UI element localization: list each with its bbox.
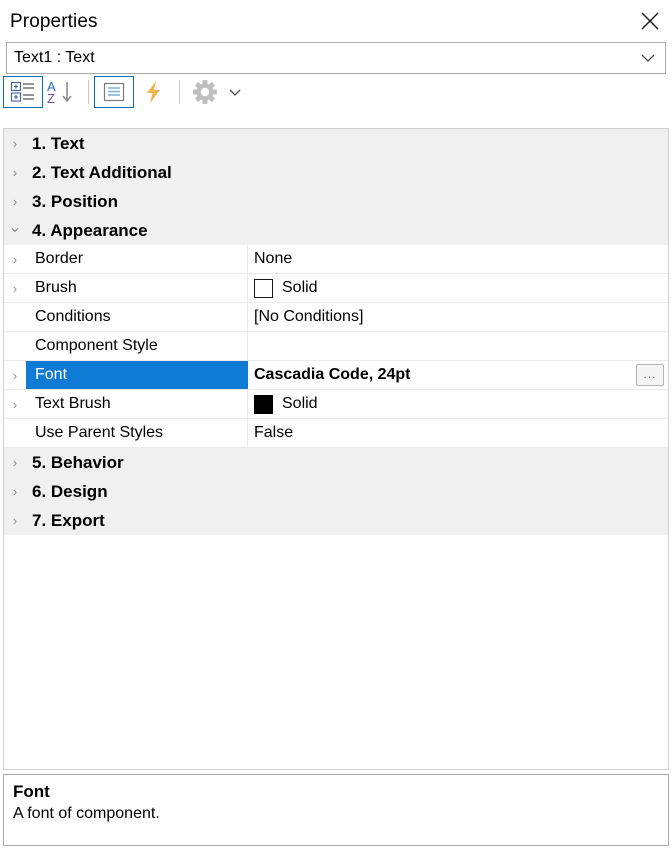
chevron-glyph: › bbox=[12, 136, 18, 151]
property-category-row[interactable]: › 6. Design bbox=[4, 477, 668, 506]
property-row[interactable]: Component Style bbox=[4, 332, 668, 361]
chevron-down-icon[interactable]: ⌄ bbox=[4, 216, 26, 245]
property-name[interactable]: Font bbox=[26, 361, 248, 389]
property-value-text: None bbox=[254, 250, 293, 267]
toolbar: A Z bbox=[0, 74, 672, 110]
property-name[interactable]: Text Brush bbox=[26, 390, 248, 418]
property-category-row[interactable]: › 3. Position bbox=[4, 187, 668, 216]
chevron-right-icon[interactable]: › bbox=[4, 158, 26, 187]
property-name[interactable]: Use Parent Styles bbox=[26, 419, 248, 447]
property-value-cell[interactable] bbox=[248, 332, 668, 360]
chevron-right-icon[interactable]: › bbox=[4, 129, 26, 158]
property-value-cell[interactable]: None bbox=[248, 245, 668, 273]
property-value-cell[interactable]: Cascadia Code, 24pt... bbox=[248, 361, 668, 389]
property-category-label: 7. Export bbox=[32, 510, 105, 530]
chevron-right-icon[interactable]: › bbox=[4, 274, 26, 302]
color-swatch[interactable] bbox=[254, 394, 273, 414]
property-category-row[interactable]: › 7. Export bbox=[4, 506, 668, 535]
chevron-glyph: › bbox=[12, 396, 18, 412]
object-selector-value: Text1 : Text bbox=[14, 49, 95, 66]
property-category-row[interactable]: › 5. Behavior bbox=[4, 448, 668, 477]
property-category-row[interactable]: › 2. Text Additional bbox=[4, 158, 668, 187]
chevron-right-icon[interactable]: › bbox=[4, 477, 26, 506]
chevron-glyph: › bbox=[12, 165, 18, 180]
toolbar-separator-2 bbox=[179, 80, 180, 104]
property-row[interactable]: › Text Brush Solid bbox=[4, 390, 668, 419]
property-row[interactable]: › Font Cascadia Code, 24pt... bbox=[4, 361, 668, 390]
row-gutter bbox=[4, 332, 26, 360]
titlebar: Properties bbox=[0, 0, 672, 42]
property-category-label: 3. Position bbox=[32, 191, 118, 211]
property-value-text: False bbox=[254, 424, 294, 441]
chevron-glyph: › bbox=[12, 280, 18, 296]
chevron-glyph: › bbox=[12, 513, 18, 528]
chevron-glyph: › bbox=[12, 251, 18, 267]
svg-text:Z: Z bbox=[47, 91, 55, 105]
toolbar-separator-1 bbox=[88, 80, 89, 104]
property-row[interactable]: › Brush Solid bbox=[4, 274, 668, 303]
chevron-right-icon[interactable]: › bbox=[4, 361, 26, 389]
sort-az-icon[interactable]: A Z bbox=[43, 76, 83, 108]
chevron-right-icon[interactable]: › bbox=[4, 448, 26, 477]
chevron-glyph: › bbox=[12, 484, 18, 499]
property-name[interactable]: Component Style bbox=[26, 332, 248, 360]
chevron-glyph: › bbox=[12, 194, 18, 209]
chevron-right-icon[interactable]: › bbox=[4, 245, 26, 273]
property-row[interactable]: › Border None bbox=[4, 245, 668, 274]
property-row[interactable]: Conditions [No Conditions] bbox=[4, 303, 668, 332]
property-value-text: Solid bbox=[282, 395, 318, 412]
property-name[interactable]: Conditions bbox=[26, 303, 248, 331]
description-panel: Font A font of component. bbox=[3, 774, 669, 846]
description-title: Font bbox=[13, 782, 50, 801]
close-icon[interactable] bbox=[628, 1, 672, 41]
property-grid[interactable]: › 1. Text › 2. Text Additional › 3. Position ⌄… bbox=[3, 128, 669, 770]
property-category-label: 1. Text bbox=[32, 133, 85, 153]
property-value-cell[interactable]: [No Conditions] bbox=[248, 303, 668, 331]
chevron-glyph: › bbox=[12, 367, 18, 383]
open-font-dialog-button[interactable]: ... bbox=[636, 364, 664, 386]
property-value-text: [No Conditions] bbox=[254, 308, 364, 325]
chevron-down-icon[interactable] bbox=[631, 43, 665, 73]
categorized-list-icon[interactable] bbox=[3, 76, 43, 108]
property-category-label: 4. Appearance bbox=[32, 220, 148, 240]
chevron-glyph: ⌄ bbox=[8, 219, 22, 236]
color-swatch[interactable] bbox=[254, 278, 273, 298]
chevron-right-icon[interactable]: › bbox=[4, 390, 26, 418]
chevron-down-icon[interactable] bbox=[225, 77, 245, 107]
property-value-cell[interactable]: Solid bbox=[248, 390, 668, 418]
property-value-text: Solid bbox=[282, 279, 318, 296]
chevron-right-icon[interactable]: › bbox=[4, 187, 26, 216]
property-value-cell[interactable]: False bbox=[248, 419, 668, 447]
property-category-row[interactable]: › 1. Text bbox=[4, 129, 668, 158]
property-value-text: Cascadia Code, 24pt bbox=[254, 366, 411, 383]
gear-icon[interactable] bbox=[185, 76, 225, 108]
chevron-glyph: › bbox=[12, 455, 18, 470]
description-text: A font of component. bbox=[13, 805, 160, 822]
property-category-row[interactable]: ⌄ 4. Appearance bbox=[4, 216, 668, 245]
property-value-cell[interactable]: Solid bbox=[248, 274, 668, 302]
property-name[interactable]: Border bbox=[26, 245, 248, 273]
chevron-right-icon[interactable]: › bbox=[4, 506, 26, 535]
row-gutter bbox=[4, 419, 26, 447]
property-pages-icon[interactable] bbox=[94, 76, 134, 108]
object-selector[interactable]: Text1 : Text bbox=[6, 42, 666, 74]
property-category-label: 5. Behavior bbox=[32, 452, 124, 472]
property-name[interactable]: Brush bbox=[26, 274, 248, 302]
property-category-label: 2. Text Additional bbox=[32, 162, 172, 182]
property-grid-rows: › 1. Text › 2. Text Additional › 3. Position ⌄… bbox=[4, 129, 668, 535]
row-gutter bbox=[4, 303, 26, 331]
property-category-label: 6. Design bbox=[32, 481, 108, 501]
lightning-bolt-icon[interactable] bbox=[134, 76, 174, 108]
page-title: Properties bbox=[10, 10, 98, 32]
property-row[interactable]: Use Parent Styles False bbox=[4, 419, 668, 448]
